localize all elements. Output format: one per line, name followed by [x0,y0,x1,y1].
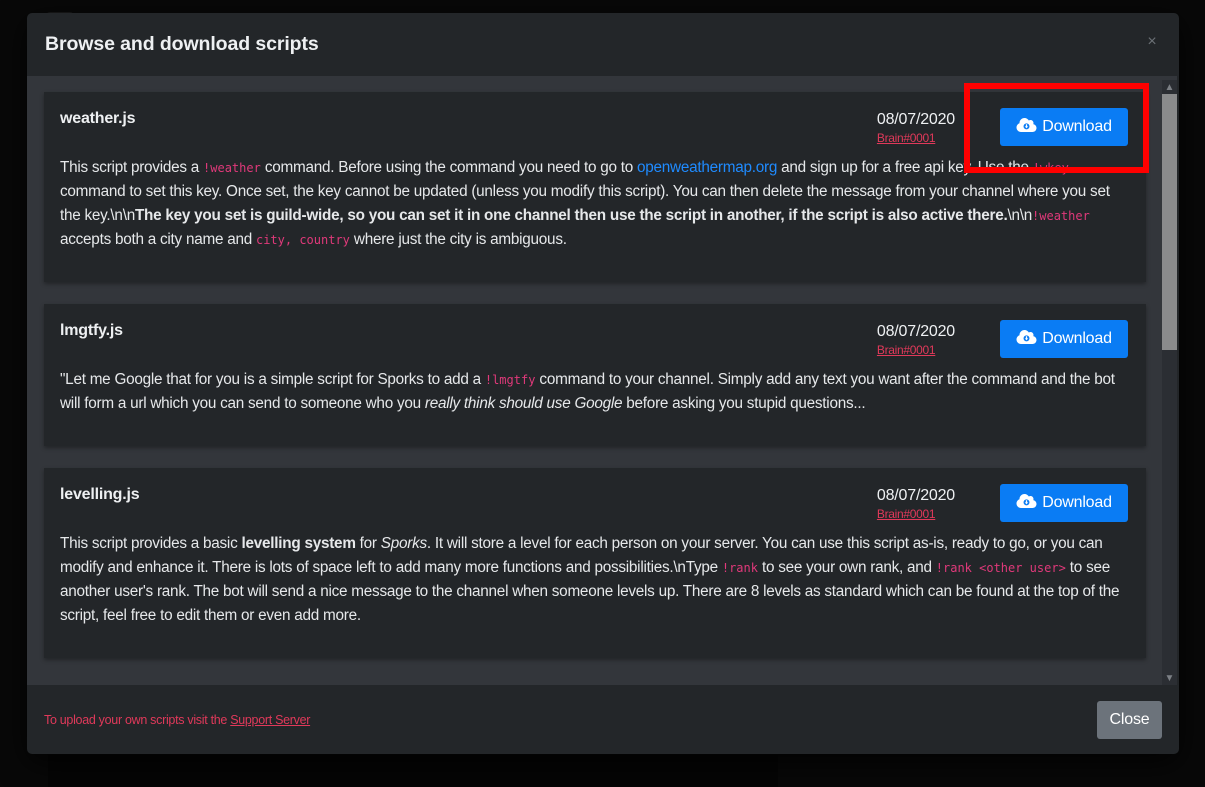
script-description: "Let me Google that for you is a simple … [60,362,1130,446]
script-card: levelling.js 08/07/2020 Brain#0001 Downl… [44,468,1146,658]
bold-text: The key you set is guild-wide, so you ca… [134,207,1008,224]
description-text: command. Before using the command you ne… [260,159,638,176]
script-date: 08/07/2020 [876,111,955,128]
script-author-link[interactable]: Brain#0001 [877,343,955,357]
support-server-link[interactable]: Support Server [230,713,310,727]
cloud-download-icon [1016,493,1037,514]
description-text: before asking you stupid questions... [622,395,866,412]
description-link[interactable]: openweathermap.org [637,159,777,176]
description-text: This script provides a basic [60,535,242,552]
upload-note-text: To upload your own scripts visit the [44,712,231,727]
inline-code: !wkey [1032,161,1069,175]
script-date: 08/07/2020 [876,323,955,340]
scrollbar[interactable]: ▲ ▼ [1162,80,1177,685]
upload-note: To upload your own scripts visit the Sup… [44,713,310,727]
inline-code: city, country [255,233,350,247]
modal-footer: To upload your own scripts visit the Sup… [27,685,1179,754]
description-text: accepts both a city name and [60,231,256,248]
description-text: "Let me Google that for you is a simple … [60,371,485,388]
download-label: Download [1042,330,1112,347]
script-name: lmgtfy.js [60,322,123,339]
browse-scripts-modal: Browse and download scripts × weather.js… [27,13,1179,754]
script-author-link[interactable]: Brain#0001 [877,131,955,145]
inline-code: !rank <other user> [935,561,1066,575]
description-text: to see your own rank, and [757,559,936,576]
close-x-icon[interactable]: × [1145,34,1159,50]
description-text: for [355,535,381,552]
background-panel [48,755,778,787]
cloud-download-icon [1016,117,1037,138]
script-meta: 08/07/2020 Brain#0001 [877,487,955,521]
inline-code: !weather [203,161,261,175]
script-card: weather.js 08/07/2020 Brain#0001 Downloa… [44,92,1146,282]
description-text: and sign up for a free api key. Use the [777,159,1033,176]
modal-body: weather.js 08/07/2020 Brain#0001 Downloa… [27,76,1177,685]
script-name: weather.js [60,110,136,127]
script-meta: 08/07/2020 Brain#0001 [877,111,955,145]
inline-code: !lmgtfy [484,373,536,387]
script-meta: 08/07/2020 Brain#0001 [877,323,955,357]
modal-header: Browse and download scripts × [27,13,1179,76]
script-card: lmgtfy.js 08/07/2020 Brain#0001 Download… [44,304,1146,446]
description-text: where just the city is ambiguous. [349,231,567,248]
close-button[interactable]: Close [1097,700,1162,739]
inline-code: !weather [1032,209,1090,223]
download-label: Download [1042,118,1112,135]
cloud-download-icon [1016,329,1037,350]
italic-text: really think should use Google [424,395,623,412]
script-list: weather.js 08/07/2020 Brain#0001 Downloa… [44,92,1146,680]
modal-title: Browse and download scripts [45,33,319,55]
script-description: This script provides a !weather command.… [60,150,1130,282]
description-text: This script provides a [60,159,204,176]
italic-text: Sporks [380,535,427,552]
bold-text: levelling system [241,535,356,552]
inline-code: !rank [721,561,758,575]
scroll-up-icon[interactable]: ▲ [1162,80,1177,94]
download-button[interactable]: Download [1000,484,1128,522]
scroll-thumb[interactable] [1162,94,1177,350]
script-date: 08/07/2020 [876,487,955,504]
description-text: \n\n [1007,207,1033,224]
download-button[interactable]: Download [1000,108,1128,146]
scroll-down-icon[interactable]: ▼ [1162,671,1177,685]
script-description: This script provides a basic levelling s… [60,526,1130,658]
download-button[interactable]: Download [1000,320,1128,358]
script-author-link[interactable]: Brain#0001 [877,507,955,521]
script-name: levelling.js [60,486,140,503]
download-label: Download [1042,494,1112,511]
